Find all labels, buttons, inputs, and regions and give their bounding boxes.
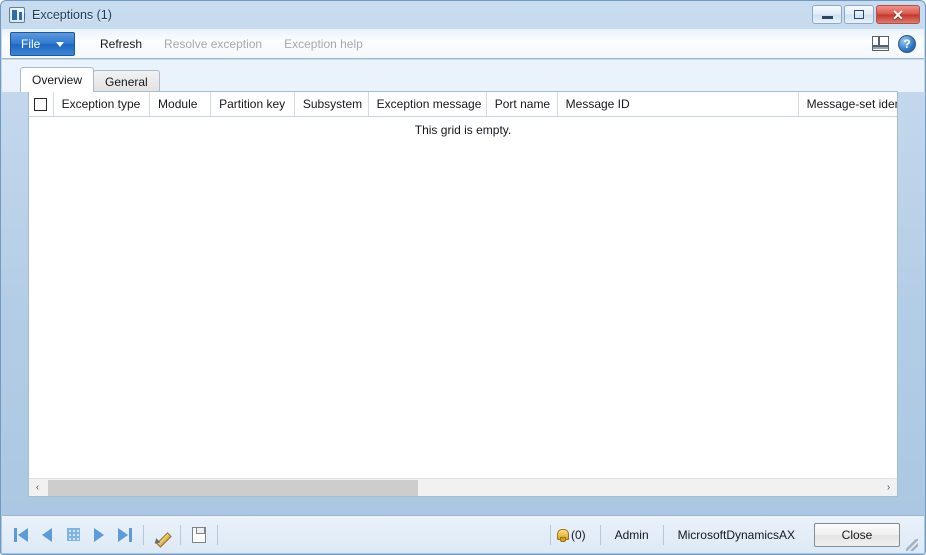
scroll-right-arrow-icon[interactable]: › — [880, 479, 897, 497]
next-record-icon — [94, 527, 104, 542]
status-bar-right: (0) Admin MicrosoftDynamicsAX Close — [545, 516, 918, 553]
company-name: MicrosoftDynamicsAX — [677, 527, 795, 542]
maximize-button[interactable] — [844, 5, 874, 24]
close-button[interactable]: Close — [814, 522, 900, 547]
grid-header-row: Exception type Module Partition key Subs… — [29, 92, 897, 117]
dynamics-ax-icon — [9, 7, 25, 23]
status-divider — [549, 524, 551, 545]
maximize-icon — [854, 10, 864, 19]
previous-record-icon — [42, 527, 52, 542]
column-header-partition-key[interactable]: Partition key — [211, 92, 295, 116]
bell-icon[interactable] — [556, 528, 569, 542]
document-paste-button[interactable] — [186, 522, 212, 548]
status-divider — [599, 524, 601, 545]
column-header-port-name[interactable]: Port name — [487, 92, 558, 116]
grid-select-all-cell[interactable] — [29, 92, 54, 116]
status-divider — [180, 524, 181, 545]
column-header-message-set-identifier[interactable]: Message-set iden — [799, 92, 897, 116]
previous-record-button[interactable] — [34, 522, 60, 548]
column-header-exception-type[interactable]: Exception type — [54, 92, 151, 116]
command-toolbar: File Refresh Resolve exception Exception… — [2, 29, 924, 59]
minimize-button[interactable] — [812, 5, 842, 24]
file-menu-button[interactable]: File — [10, 31, 75, 56]
column-header-exception-message[interactable]: Exception message — [369, 92, 487, 116]
tab-strip: Overview General — [2, 60, 924, 92]
column-header-module[interactable]: Module — [150, 92, 212, 116]
status-divider — [143, 524, 144, 545]
document-paste-icon — [192, 526, 206, 543]
window-title: Exceptions (1) — [32, 8, 112, 22]
exceptions-grid: Exception type Module Partition key Subs… — [28, 91, 898, 497]
toolbar-right-group: ? — [872, 34, 916, 53]
window-controls: ✕ — [812, 5, 920, 24]
alert-count: (0) — [570, 527, 586, 542]
grid-empty-message: This grid is empty. — [414, 123, 512, 137]
chevron-down-icon — [56, 41, 64, 47]
resize-grip-icon[interactable] — [906, 539, 918, 551]
status-bar: (0) Admin MicrosoftDynamicsAX Close — [2, 515, 924, 553]
help-question-icon[interactable]: ? — [898, 34, 916, 53]
last-record-button[interactable] — [112, 522, 138, 548]
grid-view-button[interactable] — [60, 522, 86, 548]
status-divider — [217, 524, 218, 545]
grid-view-icon — [66, 528, 80, 541]
next-record-button[interactable] — [86, 522, 112, 548]
first-record-icon — [18, 527, 28, 542]
last-record-bar — [129, 527, 132, 542]
column-header-message-id[interactable]: Message ID — [558, 92, 799, 116]
grid-horizontal-scrollbar[interactable]: ‹ › — [29, 478, 897, 496]
layout-pane-icon[interactable] — [872, 36, 889, 51]
current-user: Admin — [614, 527, 649, 542]
first-record-button[interactable] — [8, 522, 34, 548]
first-record-bar — [14, 527, 17, 542]
window-close-button[interactable]: ✕ — [876, 5, 920, 24]
status-divider — [662, 524, 664, 545]
refresh-button[interactable]: Refresh — [89, 30, 153, 58]
last-record-icon — [118, 527, 128, 542]
scrollbar-thumb[interactable] — [48, 479, 418, 496]
scroll-left-arrow-icon[interactable]: ‹ — [29, 479, 46, 497]
title-bar[interactable]: Exceptions (1) ✕ — [1, 1, 925, 29]
close-x-icon: ✕ — [892, 6, 904, 23]
tab-overview[interactable]: Overview — [20, 67, 95, 92]
column-header-subsystem[interactable]: Subsystem — [295, 92, 369, 116]
select-all-checkbox[interactable] — [34, 97, 48, 111]
tab-general[interactable]: General — [93, 70, 160, 92]
exception-help-button[interactable]: Exception help — [273, 30, 374, 58]
pencil-edit-icon — [154, 526, 171, 543]
minimize-icon — [821, 16, 833, 19]
exceptions-window: Exceptions (1) ✕ File Refresh Resolve ex… — [0, 0, 926, 555]
edit-record-button[interactable] — [149, 522, 175, 548]
resolve-exception-button[interactable]: Resolve exception — [153, 30, 273, 58]
file-menu-label: File — [21, 36, 41, 51]
scrollbar-track[interactable] — [46, 479, 880, 497]
